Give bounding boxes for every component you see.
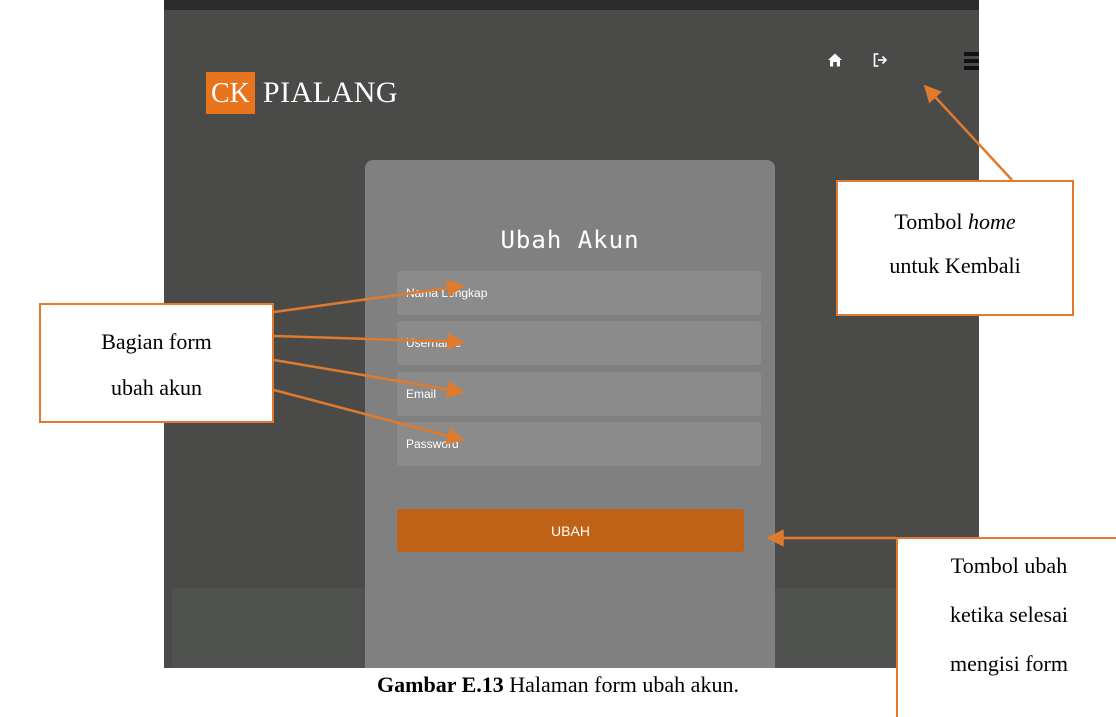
caption-label: Gambar E.13 (377, 672, 504, 697)
password-input[interactable] (397, 422, 761, 466)
callout-form-section: Bagian form ubah akun (39, 303, 274, 423)
username-input[interactable] (397, 321, 761, 365)
submit-button[interactable]: UBAH (397, 509, 744, 552)
logo[interactable]: CK PIALANG (206, 72, 398, 114)
full-name-input[interactable] (397, 271, 761, 315)
top-bar (164, 0, 979, 10)
callout-home-line2: untuk Kembali (889, 253, 1021, 278)
edit-account-card: Ubah Akun UBAH (365, 160, 775, 668)
callout-submit-line1: Tombol ubah (950, 553, 1068, 578)
logo-mark: CK (206, 72, 255, 114)
menu-icon[interactable] (964, 52, 979, 74)
email-input[interactable] (397, 372, 761, 416)
callout-form-line2: ubah akun (110, 375, 203, 400)
logout-icon[interactable] (872, 52, 892, 72)
caption-text: Halaman form ubah akun. (503, 672, 739, 697)
form-title: Ubah Akun (500, 226, 640, 254)
callout-home: Tombol home untuk Kembali (836, 180, 1074, 316)
callout-home-line1: Tombol home (894, 209, 1016, 234)
figure-caption: Gambar E.13 Halaman form ubah akun. (0, 672, 1116, 698)
callout-submit-line2: ketika selesai (950, 602, 1068, 627)
home-icon[interactable] (827, 52, 847, 72)
brand-name: PIALANG (262, 76, 399, 109)
callout-form-line1: Bagian form (101, 329, 212, 354)
app-screenshot: CK PIALANG Ubah Akun UBAH (164, 0, 979, 668)
